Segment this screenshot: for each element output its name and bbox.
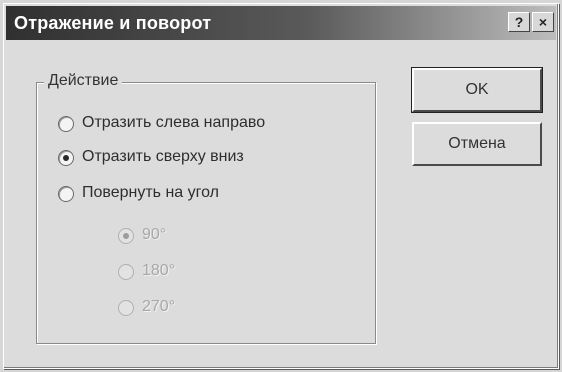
radio-flip-vertical[interactable]: Отразить сверху вниз bbox=[58, 148, 338, 170]
help-button[interactable]: ? bbox=[508, 12, 530, 32]
radio-label: Отразить сверху вниз bbox=[82, 148, 244, 165]
radio-label: 90° bbox=[142, 226, 167, 243]
close-icon: × bbox=[538, 14, 548, 30]
cancel-button[interactable]: Отмена bbox=[412, 122, 542, 166]
action-group-label: Действие bbox=[44, 72, 123, 90]
radio-label: 180° bbox=[142, 262, 176, 279]
radio-label: Повернуть на угол bbox=[82, 184, 220, 201]
close-button[interactable]: × bbox=[532, 12, 554, 32]
ok-button[interactable]: OK bbox=[411, 67, 543, 113]
radio-button-icon bbox=[118, 300, 134, 316]
radio-button-icon bbox=[58, 116, 74, 132]
radio-rotate[interactable]: Повернуть на угол bbox=[58, 184, 338, 206]
dialog-title: Отражение и поворот bbox=[14, 13, 212, 33]
radio-button-icon bbox=[118, 264, 134, 280]
radio-angle-180[interactable]: 180° bbox=[118, 262, 238, 284]
radio-button-checked-icon bbox=[118, 228, 134, 244]
radio-angle-270[interactable]: 270° bbox=[118, 298, 238, 320]
radio-button-icon bbox=[58, 186, 74, 202]
radio-label: Отразить слева направо bbox=[82, 114, 266, 131]
radio-label: 270° bbox=[142, 298, 176, 315]
title-bar[interactable]: Отражение и поворот ? × bbox=[6, 6, 556, 40]
help-icon: ? bbox=[514, 14, 524, 30]
radio-angle-90[interactable]: 90° bbox=[118, 226, 238, 248]
radio-flip-horizontal[interactable]: Отразить слева направо bbox=[58, 114, 338, 136]
radio-button-checked-icon bbox=[58, 150, 74, 166]
